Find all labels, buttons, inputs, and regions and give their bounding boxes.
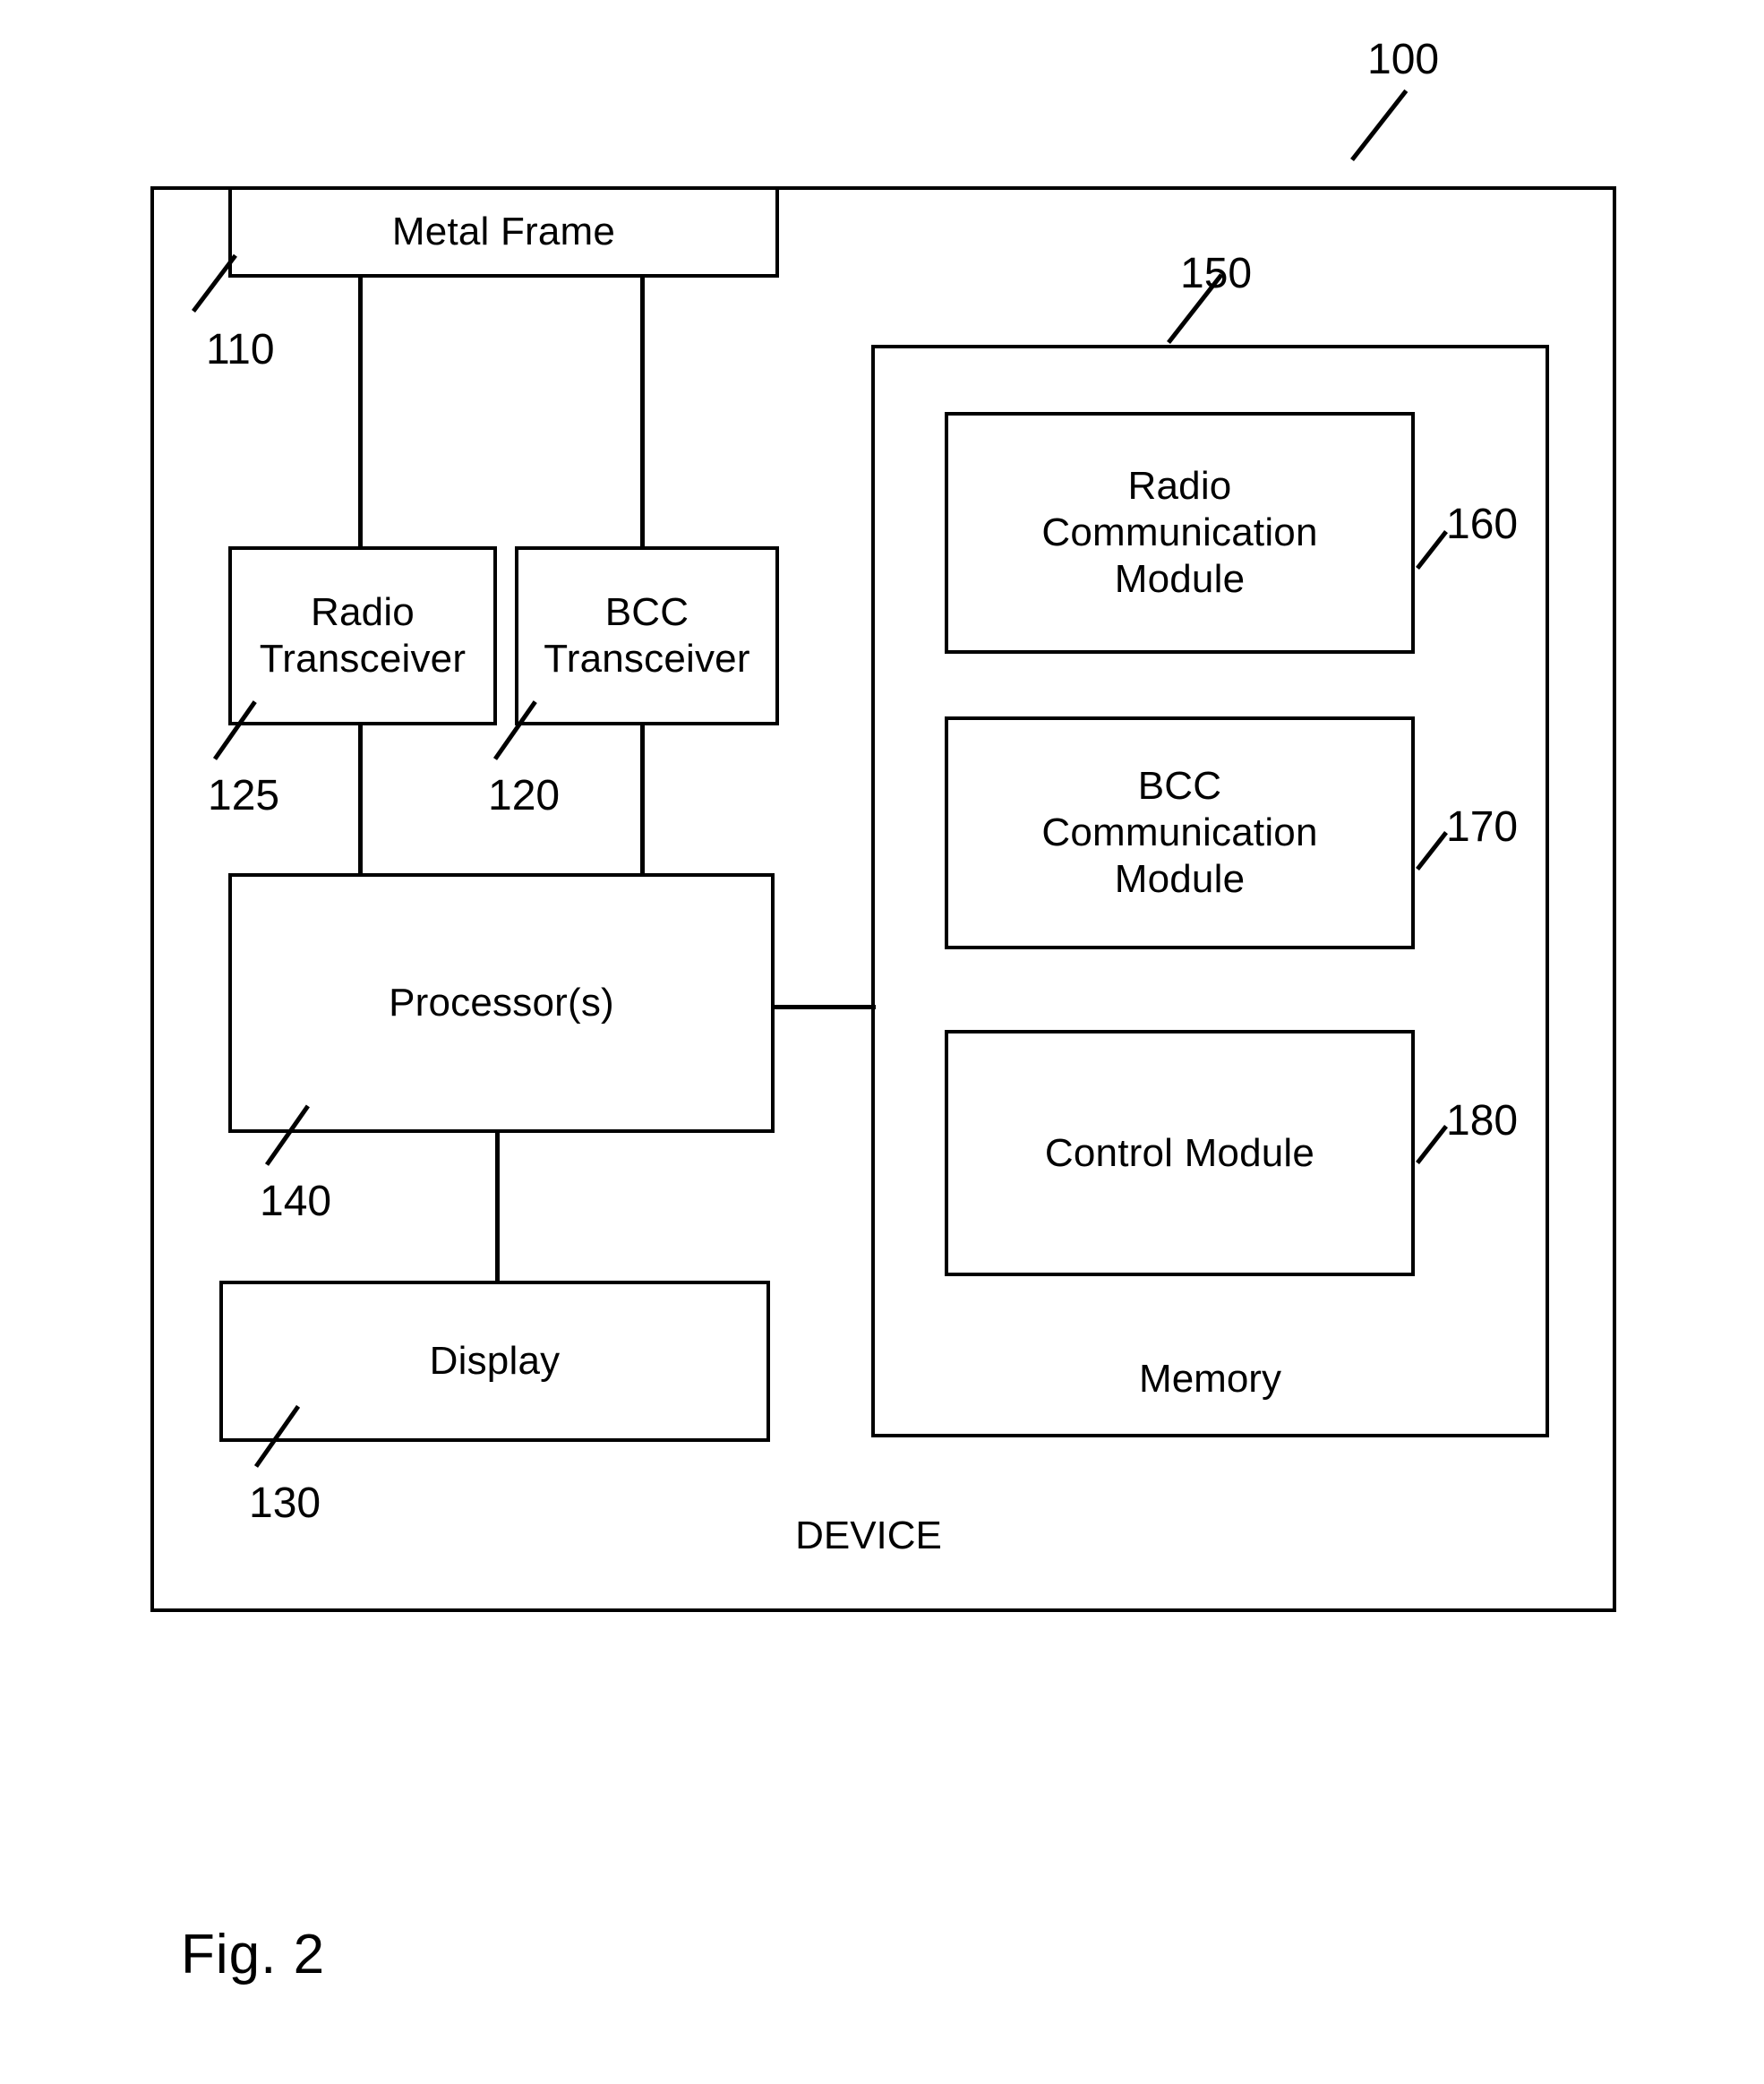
reference-numeral-125: 125 bbox=[208, 772, 280, 819]
bcc-communication-module-label: BCC Communication Module bbox=[1041, 764, 1318, 901]
reference-numeral-120: 120 bbox=[488, 772, 561, 819]
processor-block: Processor(s) bbox=[228, 873, 775, 1133]
reference-numeral-170: 170 bbox=[1446, 803, 1519, 851]
connector-processor-to-memory bbox=[771, 1005, 876, 1009]
metal-frame-block: Metal Frame bbox=[228, 186, 779, 278]
reference-numeral-130: 130 bbox=[249, 1479, 321, 1527]
reference-numeral-160: 160 bbox=[1446, 501, 1519, 548]
connector-metal-frame-to-bcc-transceiver bbox=[640, 269, 645, 555]
connector-radio-transceiver-to-processor bbox=[358, 716, 363, 882]
bcc-transceiver-label: BCC Transceiver bbox=[544, 590, 750, 681]
reference-numeral-100: 100 bbox=[1367, 36, 1440, 83]
radio-transceiver-label: Radio Transceiver bbox=[259, 590, 467, 681]
connector-metal-frame-to-radio-transceiver bbox=[358, 269, 363, 555]
radio-communication-module-block: Radio Communication Module bbox=[945, 412, 1415, 654]
metal-frame-label: Metal Frame bbox=[391, 210, 616, 254]
connector-processor-to-display bbox=[495, 1124, 500, 1290]
bcc-transceiver-block: BCC Transceiver bbox=[515, 546, 779, 725]
memory-label: Memory bbox=[1139, 1357, 1281, 1401]
bcc-communication-module-block: BCC Communication Module bbox=[945, 716, 1415, 949]
reference-numeral-180: 180 bbox=[1446, 1097, 1519, 1145]
connector-bcc-transceiver-to-processor bbox=[640, 716, 645, 882]
figure-caption: Fig. 2 bbox=[181, 1924, 326, 1985]
reference-numeral-110: 110 bbox=[206, 326, 275, 373]
leader-line-100 bbox=[1350, 89, 1409, 162]
control-module-label: Control Module bbox=[1044, 1130, 1315, 1175]
radio-transceiver-block: Radio Transceiver bbox=[228, 546, 497, 725]
processor-label: Processor(s) bbox=[389, 981, 614, 1025]
patent-figure-canvas: DEVICE Metal Frame Radio Transceiver BCC… bbox=[0, 0, 1764, 2084]
display-block: Display bbox=[219, 1281, 770, 1442]
control-module-block: Control Module bbox=[945, 1030, 1415, 1276]
reference-numeral-150: 150 bbox=[1180, 250, 1253, 297]
display-label: Display bbox=[429, 1339, 561, 1384]
reference-numeral-140: 140 bbox=[260, 1178, 332, 1225]
radio-communication-module-label: Radio Communication Module bbox=[1041, 464, 1318, 601]
device-enclosure-label: DEVICE bbox=[795, 1514, 942, 1557]
